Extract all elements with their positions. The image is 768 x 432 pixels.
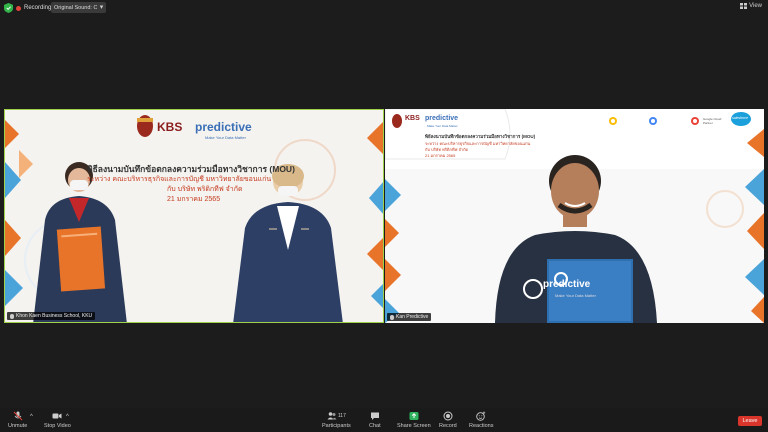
audio-options-chevron[interactable]: ^ <box>30 414 33 420</box>
smiley-plus-icon <box>476 411 486 421</box>
participant-name: Kan Predictive <box>396 314 429 320</box>
grid-view-icon <box>740 3 748 9</box>
chat-bubble-icon <box>370 412 379 420</box>
salesforce-logo: salesforce <box>732 116 748 120</box>
reactions-label: Reactions <box>469 423 494 429</box>
reactions-button[interactable]: Reactions <box>469 411 493 429</box>
participant-name-tag: Khon Kaen Business School, KKU <box>7 312 96 320</box>
kbs-video-frame <box>5 110 383 322</box>
participants-button[interactable]: 117 Participants <box>322 411 351 429</box>
banner-title: พิธีลงนามบันทึกข้อตกลงความร่วมมือทางวิชา… <box>425 134 536 139</box>
participant-name-tag: Kan Predictive <box>387 313 432 321</box>
video-options-chevron[interactable]: ^ <box>66 414 69 420</box>
share-screen-button[interactable]: Share Screen <box>397 411 431 429</box>
video-tile-predictive[interactable]: KBS predictive Make Your Data Matter พิธ… <box>385 109 764 323</box>
original-sound-label: Original Sound: On <box>54 4 101 11</box>
leave-label: Leave <box>742 418 758 424</box>
stop-video-label: Stop Video <box>44 423 71 429</box>
kbs-logo: KBS <box>405 115 420 122</box>
banner-date: 21 มกราคม 2565 <box>167 196 221 203</box>
record-button[interactable]: Record <box>439 411 457 429</box>
chevron-down-icon[interactable]: ▾ <box>97 2 106 13</box>
unmute-label: Unmute <box>8 423 28 429</box>
video-camera-icon <box>52 413 62 419</box>
chat-label: Chat <box>369 423 381 429</box>
record-label: Record <box>439 423 457 429</box>
participants-icon <box>327 412 337 420</box>
kbs-logo: KBS <box>157 120 183 134</box>
predictive-logo: predictive <box>425 115 459 122</box>
recording-dot-icon <box>16 5 21 11</box>
top-bar: Recording Original Sound: On ▾ View <box>0 0 768 16</box>
predictive-logo: predictive <box>195 120 252 134</box>
leave-button[interactable]: Leave <box>738 416 762 426</box>
mic-muted-icon <box>10 313 14 319</box>
banner-date: 21 มกราคม 2565 <box>425 153 456 158</box>
security-shield-icon[interactable] <box>4 3 13 13</box>
original-sound-toggle[interactable]: Original Sound: On <box>51 2 104 13</box>
predictive-tagline: Make Your Data Matter <box>427 124 458 128</box>
meeting-toolbar: Unmute ^ Stop Video ^ 117 Participants C… <box>0 408 768 432</box>
shirt-brand: predictive <box>543 279 591 290</box>
zoom-meeting-window: Recording Original Sound: On ▾ View KBS … <box>0 0 768 432</box>
share-screen-icon <box>409 412 419 420</box>
record-icon <box>443 411 453 421</box>
participants-count: 117 <box>337 413 346 419</box>
predictive-tagline: Make Your Data Matter <box>205 135 246 140</box>
video-tile-kbs[interactable]: KBS predictive Make Your Data Matter พิธ… <box>4 109 384 323</box>
unmute-button[interactable]: Unmute <box>8 411 27 429</box>
view-label: View <box>749 3 762 9</box>
google-cloud-partner-label: Google Cloud Partner <box>703 117 722 125</box>
microphone-muted-icon <box>13 411 22 421</box>
chat-button[interactable]: Chat <box>369 411 381 429</box>
recording-label: Recording <box>24 5 52 11</box>
recording-indicator[interactable]: Recording <box>16 3 51 13</box>
participants-label: Participants <box>322 423 351 429</box>
view-button[interactable]: View <box>740 3 762 9</box>
mic-muted-icon <box>390 314 394 320</box>
shirt-tagline: Make Your Data Matter <box>555 293 596 298</box>
share-screen-label: Share Screen <box>397 423 431 429</box>
participant-name: Khon Kaen Business School, KKU <box>16 313 93 319</box>
